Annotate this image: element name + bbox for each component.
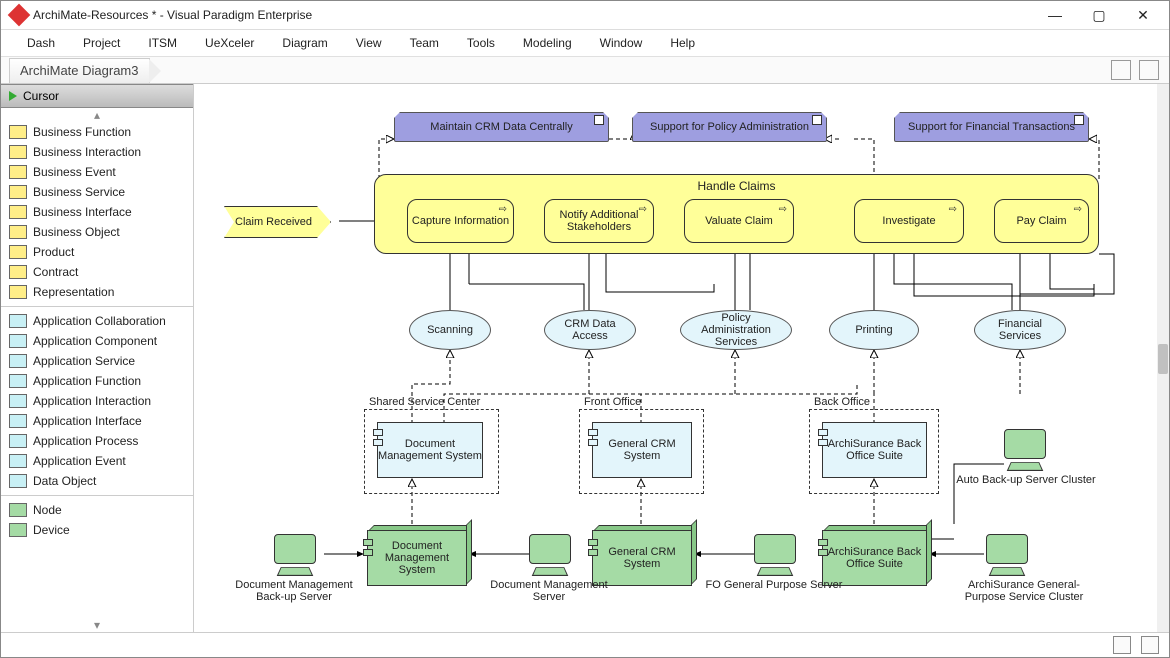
node-crm[interactable]: General CRM System [592,530,692,586]
cursor-label: Cursor [23,89,59,103]
palette-app-event[interactable]: Application Event [1,451,193,471]
device-dm-backup-server[interactable] [274,534,316,576]
window-title: ArchiMate-Resources * - Visual Paradigm … [33,8,1033,22]
toolbar-icon-1[interactable] [1111,60,1131,80]
device-auto-backup-cluster-label: Auto Back-up Server Cluster [956,474,1096,486]
palette-business-object[interactable]: Business Object [1,222,193,242]
node-dms[interactable]: Document Management System [367,530,467,586]
palette-cursor[interactable]: Cursor [1,84,193,108]
cursor-icon [9,91,17,101]
palette-product[interactable]: Product [1,242,193,262]
step-pay-claim[interactable]: Pay Claim⇨ [994,199,1089,243]
maximize-button[interactable]: ▢ [1077,2,1121,28]
app-window: ArchiMate-Resources * - Visual Paradigm … [0,0,1170,658]
device-dm-server[interactable] [529,534,571,576]
palette-business-function[interactable]: Business Function [1,122,193,142]
requirement-crm[interactable]: Maintain CRM Data Centrally [394,112,609,142]
node-archisurance-bos[interactable]: ArchiSurance Back Office Suite [822,530,927,586]
menu-view[interactable]: View [342,32,396,54]
device-dm-server-label: Document Management Server [479,579,619,603]
minimize-button[interactable]: — [1033,2,1077,28]
device-dm-backup-server-label: Document Management Back-up Server [224,579,364,603]
device-archisurance-gp-cluster[interactable] [986,534,1028,576]
menu-itsm[interactable]: ITSM [134,32,191,54]
component-archisurance-bos[interactable]: ArchiSurance Back Office Suite [822,422,927,478]
palette-items: Business Function Business Interaction B… [1,122,193,618]
menu-help[interactable]: Help [656,32,709,54]
menu-window[interactable]: Window [586,32,657,54]
palette-contract[interactable]: Contract [1,262,193,282]
palette-business-service[interactable]: Business Service [1,182,193,202]
menu-project[interactable]: Project [69,32,134,54]
vertical-scrollbar[interactable] [1157,84,1169,632]
service-scanning[interactable]: Scanning [409,310,491,350]
statusbar [1,632,1169,657]
menu-team[interactable]: Team [396,32,453,54]
palette-app-service[interactable]: Application Service [1,351,193,371]
diagram-tab-label: ArchiMate Diagram3 [20,63,139,78]
palette-app-collaboration[interactable]: Application Collaboration [1,311,193,331]
menu-tools[interactable]: Tools [453,32,509,54]
menubar: Dash Project ITSM UeXceler Diagram View … [1,30,1169,57]
component-crm[interactable]: General CRM System [592,422,692,478]
requirement-financial[interactable]: Support for Financial Transactions [894,112,1089,142]
diagram-canvas[interactable]: Maintain CRM Data Centrally Support for … [194,84,1157,632]
step-capture-information[interactable]: Capture Information⇨ [407,199,514,243]
scrollbar-thumb[interactable] [1158,344,1168,374]
palette-app-function[interactable]: Application Function [1,371,193,391]
device-fo-general-purpose-server[interactable] [754,534,796,576]
canvas-area: Maintain CRM Data Centrally Support for … [194,84,1169,632]
palette-device[interactable]: Device [1,520,193,540]
step-investigate[interactable]: Investigate⇨ [854,199,964,243]
window-controls: — ▢ ✕ [1033,2,1165,28]
status-mail-icon[interactable] [1113,636,1131,654]
palette-business-interaction[interactable]: Business Interaction [1,142,193,162]
titlebar: ArchiMate-Resources * - Visual Paradigm … [1,1,1169,30]
step-valuate-claim[interactable]: Valuate Claim⇨ [684,199,794,243]
palette-app-process[interactable]: Application Process [1,431,193,451]
close-button[interactable]: ✕ [1121,2,1165,28]
main-body: Cursor ▴ Business Function Business Inte… [1,84,1169,632]
step-notify-stakeholders[interactable]: Notify Additional Stakeholders⇨ [544,199,654,243]
requirement-policy[interactable]: Support for Policy Administration [632,112,827,142]
menu-diagram[interactable]: Diagram [268,32,341,54]
device-auto-backup-cluster[interactable] [1004,429,1046,471]
device-fo-gps-label: FO General Purpose Server [704,579,844,591]
menu-modeling[interactable]: Modeling [509,32,586,54]
palette-representation[interactable]: Representation [1,282,193,302]
toolbar-icon-2[interactable] [1139,60,1159,80]
component-dms[interactable]: Document Management System [377,422,483,478]
diagram-tab[interactable]: ArchiMate Diagram3 [9,58,150,83]
palette-data-object[interactable]: Data Object [1,471,193,491]
service-printing[interactable]: Printing [829,310,919,350]
palette-app-interaction[interactable]: Application Interaction [1,391,193,411]
palette-scroll-down[interactable]: ▾ [1,618,193,632]
breadcrumb-bar: ArchiMate Diagram3 [1,57,1169,84]
status-doc-icon[interactable] [1141,636,1159,654]
service-crm-data-access[interactable]: CRM Data Access [544,310,636,350]
handle-claims-label: Handle Claims [375,179,1098,193]
menu-dash[interactable]: Dash [13,32,69,54]
palette-business-interface[interactable]: Business Interface [1,202,193,222]
app-logo-icon [8,4,31,27]
menu-uexceler[interactable]: UeXceler [191,32,268,54]
event-claim-received[interactable]: Claim Received [224,206,331,238]
palette-business-event[interactable]: Business Event [1,162,193,182]
shape-palette: Cursor ▴ Business Function Business Inte… [1,84,194,632]
palette-scroll-up[interactable]: ▴ [1,108,193,122]
palette-app-component[interactable]: Application Component [1,331,193,351]
service-financial[interactable]: Financial Services [974,310,1066,350]
service-policy-admin[interactable]: Policy Administration Services [680,310,792,350]
palette-app-interface[interactable]: Application Interface [1,411,193,431]
device-archisurance-gp-cluster-label: ArchiSurance General-Purpose Service Clu… [954,579,1094,603]
palette-node[interactable]: Node [1,500,193,520]
